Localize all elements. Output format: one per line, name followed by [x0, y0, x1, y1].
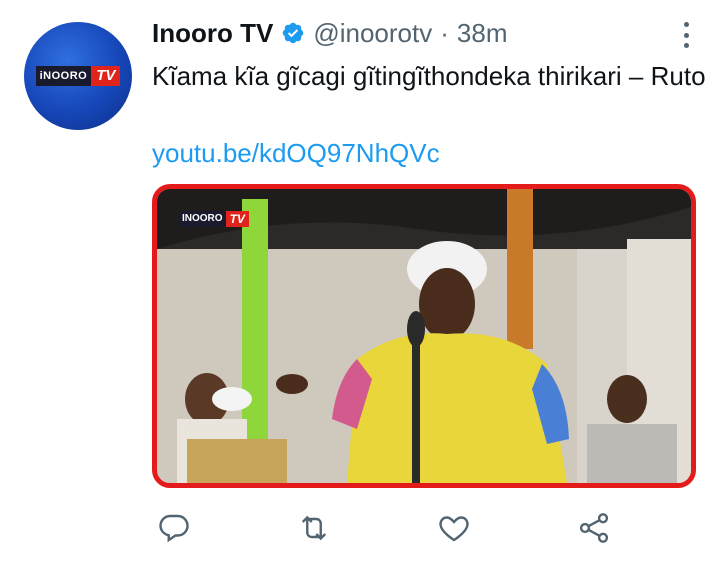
- tweet-actions: [150, 510, 620, 550]
- timestamp[interactable]: 38m: [457, 18, 508, 49]
- separator-dot: ·: [440, 17, 449, 48]
- reply-icon[interactable]: [156, 510, 192, 546]
- logo-text-tv: TV: [91, 66, 121, 86]
- video-watermark: INOORO TV: [179, 211, 249, 227]
- tweet-header: Inooro TV @inoorotv · 38m: [152, 16, 507, 50]
- media-thumbnail[interactable]: INOORO TV: [152, 184, 696, 488]
- tweet-text: Kĩama kĩa gĩcagi gĩtingĩthondeka thirika…: [152, 61, 706, 91]
- share-icon[interactable]: [576, 510, 612, 546]
- more-dot: [683, 43, 689, 48]
- watermark-text-inooro: INOORO: [179, 211, 226, 227]
- inooro-logo: iNOORO TV: [35, 66, 121, 86]
- more-options-icon[interactable]: [682, 22, 690, 48]
- more-dot: [683, 22, 689, 27]
- display-name[interactable]: Inooro TV: [152, 18, 273, 49]
- retweet-icon[interactable]: [296, 510, 332, 546]
- logo-text-inooro: iNOORO: [35, 66, 92, 86]
- video-frame-image: [157, 189, 691, 483]
- more-dot: [683, 32, 689, 38]
- like-icon[interactable]: [436, 510, 472, 546]
- avatar[interactable]: iNOORO TV: [24, 22, 132, 130]
- tweet-link[interactable]: youtu.be/kdOQ97NhQVc: [152, 138, 440, 169]
- verified-badge-icon: [283, 22, 304, 44]
- user-handle[interactable]: @inoorotv: [313, 18, 432, 49]
- watermark-text-tv: TV: [225, 211, 249, 227]
